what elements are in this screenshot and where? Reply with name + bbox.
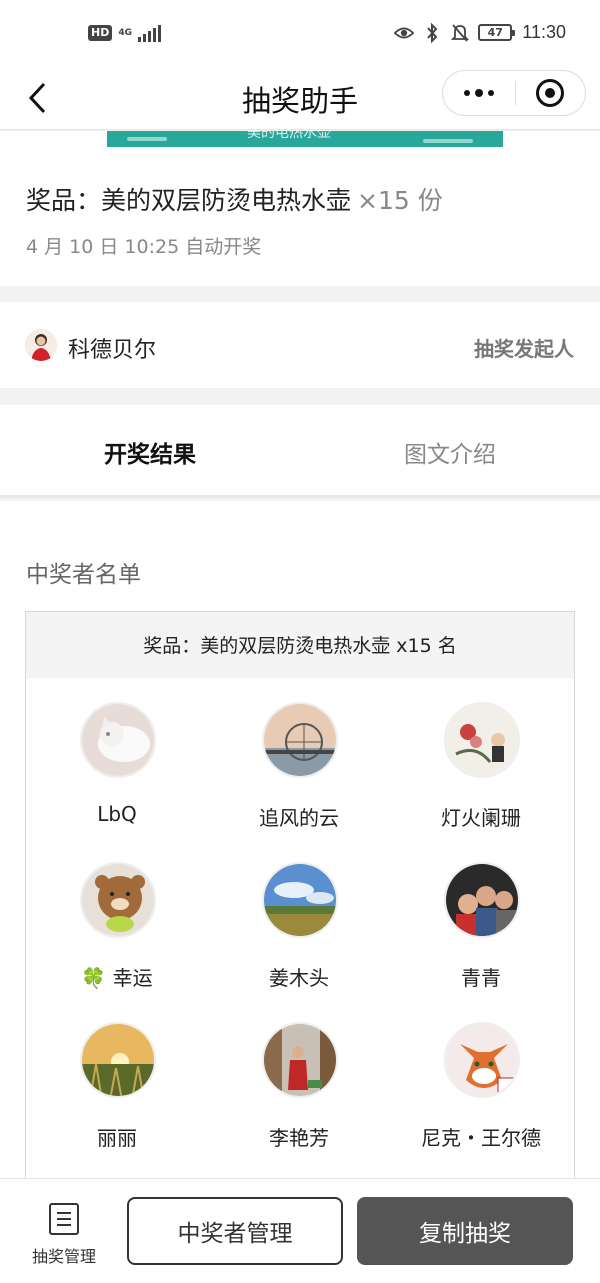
banner-text: 美的电热水壶 (247, 131, 331, 141)
copy-lottery-button[interactable]: 复制抽奖 (357, 1197, 573, 1265)
winner-item[interactable]: 姜木头 (208, 838, 390, 998)
initiator-role: 抽奖发起人 (474, 337, 574, 361)
avatar (80, 702, 156, 778)
close-miniprogram-button[interactable] (516, 71, 586, 115)
results-section: 中奖者名单 奖品：美的双层防烫电热水壶 x15 名 LbQ 追风的云 灯火阑珊 (0, 501, 600, 1211)
prize-banner-image: 美的电热水壶 (107, 131, 503, 147)
prize-title: 奖品：美的双层防烫电热水壶 ×15 份 (26, 181, 443, 217)
winner-item[interactable]: LbQ (26, 678, 208, 838)
avatar (444, 702, 520, 778)
more-button[interactable] (443, 71, 515, 115)
nav-bar: 抽奖助手 (0, 68, 600, 130)
clock: 11:30 (522, 22, 566, 42)
signal-icon (138, 24, 161, 42)
avatar (262, 862, 338, 938)
winners-heading: 中奖者名单 (26, 562, 141, 588)
winner-item[interactable]: 追风的云 (208, 678, 390, 838)
avatar (444, 1022, 520, 1098)
winner-name: LbQ (97, 802, 137, 826)
winner-prize-line: 奖品：美的双层防烫电热水壶 x15 名 (26, 612, 574, 678)
winner-item[interactable]: 丽丽 (26, 998, 208, 1158)
battery-icon: 47 (478, 24, 516, 41)
winner-name: 青青 (461, 966, 501, 990)
winner-item[interactable]: 灯火阑珊 (390, 678, 572, 838)
winner-name: 姜木头 (269, 966, 329, 990)
avatar (25, 329, 57, 361)
network-type: 4G (118, 27, 132, 38)
winner-name: 丽丽 (97, 1126, 137, 1150)
eye-icon (394, 23, 415, 43)
avatar (262, 1022, 338, 1098)
bluetooth-icon (422, 22, 442, 43)
prize-quantity: ×15 份 (357, 186, 443, 215)
draw-time: 4 月 10 日 10:25 自动开奖 (26, 236, 262, 258)
status-bar: HD 4G 47 11:30 (0, 0, 600, 68)
winner-list-box: 奖品：美的双层防烫电热水壶 x15 名 LbQ 追风的云 灯火阑珊 🍀 幸运 姜… (25, 611, 575, 1211)
avatar (262, 702, 338, 778)
bottom-bar: 抽奖管理 中奖者管理 复制抽奖 (0, 1178, 600, 1283)
winner-item[interactable]: 🍀 幸运 (26, 838, 208, 998)
mini-program-capsule (442, 70, 586, 116)
prize-name: 奖品：美的双层防烫电热水壶 (26, 186, 352, 215)
winner-item[interactable]: 李艳芳 (208, 998, 390, 1158)
hd-badge: HD (88, 25, 113, 41)
winner-manage-button[interactable]: 中奖者管理 (127, 1197, 343, 1265)
initiator-row[interactable]: 科德贝尔 抽奖发起人 (0, 302, 600, 388)
avatar (444, 862, 520, 938)
avatar (80, 1022, 156, 1098)
target-icon (536, 79, 565, 107)
list-icon (49, 1203, 79, 1235)
winner-name: 尼克・王尔德 (421, 1126, 541, 1150)
initiator-name: 科德贝尔 (68, 338, 157, 363)
avatar (80, 862, 156, 938)
tab-bar: 开奖结果 图文介绍 (0, 405, 600, 498)
winner-name: 灯火阑珊 (441, 806, 521, 830)
prize-card: 美的电热水壶 奖品：美的双层防烫电热水壶 ×15 份 4 月 10 日 10:25… (0, 131, 600, 286)
lottery-manage-button[interactable]: 抽奖管理 (22, 1201, 106, 1271)
tab-results[interactable]: 开奖结果 (0, 405, 300, 498)
winner-name: 追风的云 (259, 806, 339, 830)
battery-level: 47 (487, 26, 503, 39)
winner-name: 🍀 幸运 (81, 966, 153, 990)
mute-bell-icon (450, 23, 470, 43)
winner-item[interactable]: 青青 (390, 838, 572, 998)
lottery-manage-label: 抽奖管理 (31, 1247, 96, 1266)
winner-item[interactable]: 尼克・王尔德 (390, 998, 572, 1158)
winner-name: 李艳芳 (269, 1126, 329, 1150)
tab-intro[interactable]: 图文介绍 (300, 405, 600, 498)
